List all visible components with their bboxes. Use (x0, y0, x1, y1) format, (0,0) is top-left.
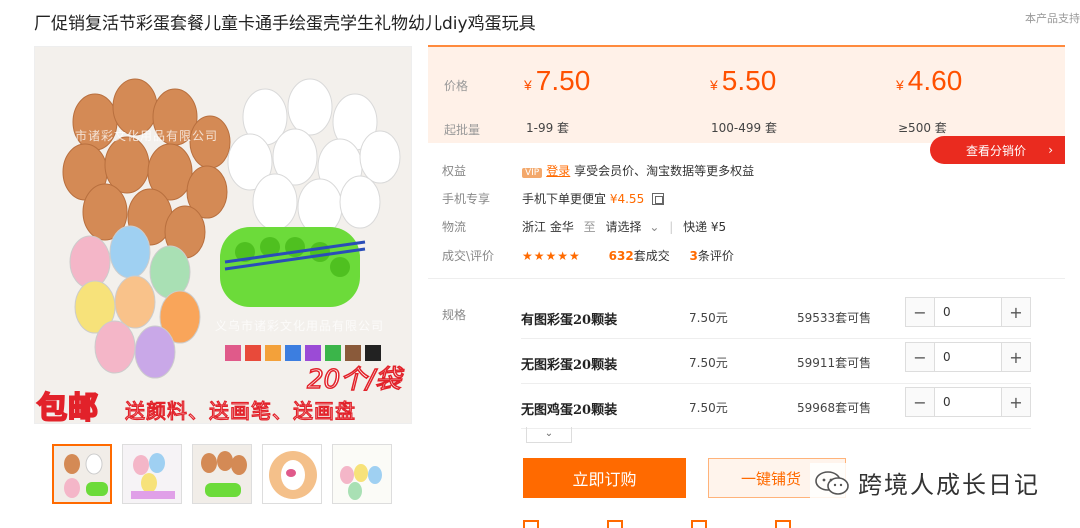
price-tier-1: ¥7.50 (524, 65, 591, 96)
rating-stars: ★★★★★ (522, 249, 581, 263)
origin: 浙江 金华 (522, 220, 574, 234)
rights-label: 权益 (442, 164, 467, 178)
promo-label: 送颜料、送画笔、送画盘 (124, 398, 356, 423)
watermark-text: 跨境人成长日记 (858, 471, 1040, 499)
main-product-image[interactable]: 市诸彩文化用品有限公司 义乌市诸彩文化用品有限公司 20个/袋 包邮 送颜料、送… (34, 46, 412, 424)
to-label: 至 (583, 220, 596, 234)
spec-name: 无图鸡蛋20颗装 (521, 403, 618, 418)
bottom-icon-row (523, 520, 791, 528)
mobile-value: 手机下单更便宜 ¥4.55 (522, 190, 665, 207)
rights-text: 享受会员价、淘宝数据等更多权益 (574, 164, 755, 178)
product-title: 厂促销复活节彩蛋套餐儿童卡通手绘蛋壳学生礼物幼儿diy鸡蛋玩具 (34, 14, 536, 34)
spec-stock: 59911套可售 (797, 356, 872, 370)
chevron-right-icon: › (1048, 143, 1053, 157)
mobile-label: 手机专享 (442, 192, 491, 206)
qty-tier-1: 1-99 套 (526, 121, 570, 135)
qr-code-icon[interactable] (652, 193, 665, 205)
mobile-price: ¥4.55 (609, 192, 645, 206)
vip-badge: VIP (522, 168, 543, 178)
logistics-value: 浙江 金华 至 请选择 ⌄ | 快递 ¥5 (522, 218, 726, 235)
spec-price: 7.50元 (689, 356, 728, 370)
thumbnail-strip (52, 444, 392, 504)
order-now-button[interactable]: 立即订购 (523, 458, 686, 498)
wechat-icon (815, 470, 849, 495)
service-icon (775, 520, 791, 528)
service-icon (691, 520, 707, 528)
view-distribution-price-label: 查看分销价 (966, 143, 1027, 158)
thumbnail-4[interactable] (262, 444, 322, 504)
decrease-button[interactable]: − (906, 388, 934, 416)
deal-value: ★★★★★ 632套成交 3条评价 (522, 247, 734, 264)
price-panel: 价格 起批量 ¥7.50 ¥5.50 ¥4.60 1-99 套 100-499 … (428, 45, 1065, 143)
qty-tier-2: 100-499 套 (711, 121, 777, 135)
spec-stock: 59533套可售 (797, 311, 872, 325)
pack-count-label: 20个/袋 (306, 364, 401, 396)
spec-stock: 59968套可售 (797, 401, 872, 415)
spec-row: 有图彩蛋20颗装 7.50元 59533套可售 − 0 + (521, 295, 1031, 339)
quantity-input[interactable]: 0 (934, 343, 1002, 371)
destination-select[interactable]: 请选择 ⌄ (606, 220, 660, 234)
service-icon (607, 520, 623, 528)
increase-button[interactable]: + (1002, 343, 1030, 371)
quantity-stepper: − 0 + (905, 387, 1031, 417)
logistics-label: 物流 (442, 220, 467, 234)
decrease-button[interactable]: − (906, 298, 934, 326)
thumbnail-5[interactable] (332, 444, 392, 504)
watermark-bottom: 义乌市诸彩文化用品有限公司 (215, 319, 385, 333)
quantity-stepper: − 0 + (905, 297, 1031, 327)
spec-name: 无图彩蛋20颗装 (521, 358, 618, 373)
corner-note: 本产品支持 (1025, 12, 1080, 25)
mobile-text: 手机下单更便宜 (522, 192, 607, 206)
free-shipping-label: 包邮 (36, 390, 99, 424)
expand-specs-button[interactable]: ⌄ (526, 427, 572, 443)
increase-button[interactable]: + (1002, 388, 1030, 416)
spec-name: 有图彩蛋20颗装 (521, 313, 618, 328)
express-fee: 快递 ¥5 (683, 220, 727, 234)
login-link[interactable]: 登录 (546, 164, 570, 178)
quantity-input[interactable]: 0 (934, 298, 1002, 326)
wechat-watermark: 跨境人成长日记 (810, 463, 1044, 502)
thumbnail-3[interactable] (192, 444, 252, 504)
rights-value: VIP 登录 享受会员价、淘宝数据等更多权益 (522, 162, 754, 179)
watermark-top: 市诸彩文化用品有限公司 (75, 129, 219, 143)
view-distribution-price-button[interactable]: 查看分销价 › (930, 136, 1065, 164)
quantity-input[interactable]: 0 (934, 388, 1002, 416)
reviews-count[interactable]: 3条评价 (690, 249, 734, 263)
spec-label: 规格 (442, 308, 467, 322)
price-label: 价格 (444, 79, 469, 93)
spec-row: 无图彩蛋20颗装 7.50元 59911套可售 − 0 + (521, 340, 1031, 384)
moq-label: 起批量 (444, 123, 481, 137)
quantity-stepper: − 0 + (905, 342, 1031, 372)
spec-row: 无图鸡蛋20颗装 7.50元 59968套可售 − 0 + (521, 385, 1031, 429)
deal-label: 成交\评价 (442, 249, 495, 263)
service-icon (523, 520, 539, 528)
decrease-button[interactable]: − (906, 343, 934, 371)
price-tier-3: ¥4.60 (896, 65, 963, 96)
chevron-down-icon: ⌄ (649, 220, 660, 234)
divider (428, 278, 1065, 279)
deals-count[interactable]: 632套成交 (609, 249, 670, 263)
thumbnail-2[interactable] (122, 444, 182, 504)
spec-price: 7.50元 (689, 311, 728, 325)
increase-button[interactable]: + (1002, 298, 1030, 326)
destination-value: 请选择 (605, 220, 642, 234)
thumbnail-1[interactable] (52, 444, 112, 504)
separator: | (669, 220, 674, 234)
qty-tier-3: ≥500 套 (898, 121, 947, 135)
price-tier-2: ¥5.50 (710, 65, 777, 96)
spec-price: 7.50元 (689, 401, 728, 415)
